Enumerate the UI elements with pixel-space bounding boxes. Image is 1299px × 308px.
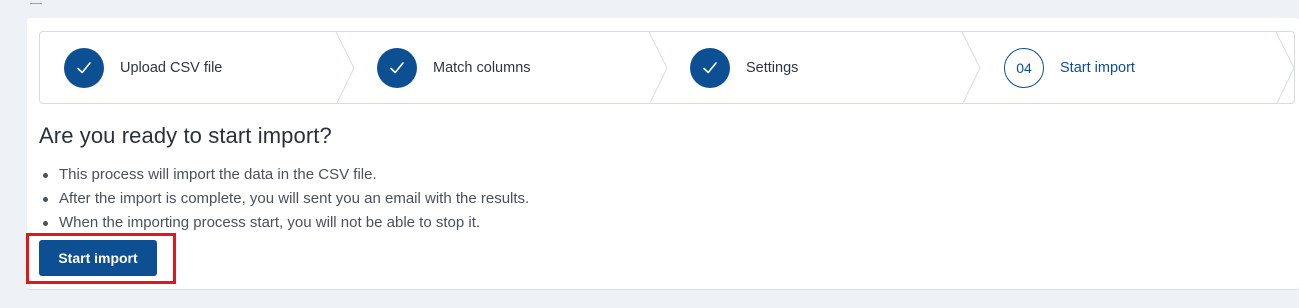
list-item-text: When the importing process start, you wi… bbox=[59, 214, 481, 231]
step-start-import[interactable]: 04 Start import bbox=[1004, 32, 1135, 103]
check-icon bbox=[390, 61, 404, 73]
step-label: Match columns bbox=[433, 59, 531, 76]
info-list: This process will import the data in the… bbox=[43, 163, 529, 235]
list-item-text: After the import is complete, you will s… bbox=[59, 190, 530, 207]
import-stepper: Upload CSV file Match columns Settings 0… bbox=[39, 31, 1295, 104]
step-number: 04 bbox=[1016, 59, 1032, 76]
page-title: Are you ready to start import? bbox=[39, 123, 332, 148]
step-complete-badge bbox=[64, 47, 104, 88]
step-settings[interactable]: Settings bbox=[690, 32, 798, 103]
import-card: Upload CSV file Match columns Settings 0… bbox=[26, 18, 1299, 290]
check-icon bbox=[77, 61, 91, 73]
step-match-columns[interactable]: Match columns bbox=[377, 32, 531, 103]
list-item: After the import is complete, you will s… bbox=[43, 187, 529, 211]
start-import-button[interactable]: Start import bbox=[39, 240, 157, 276]
breadcrumb-fragment bbox=[30, 0, 42, 4]
bullet-icon bbox=[43, 172, 48, 178]
step-label: Settings bbox=[746, 59, 799, 76]
step-complete-badge bbox=[690, 47, 730, 88]
list-item: This process will import the data in the… bbox=[43, 163, 529, 187]
check-icon bbox=[703, 61, 717, 73]
step-label: Start import bbox=[1060, 59, 1135, 76]
step-upload-csv[interactable]: Upload CSV file bbox=[64, 32, 222, 103]
step-label: Upload CSV file bbox=[120, 59, 223, 76]
bullet-icon bbox=[43, 220, 48, 226]
step-complete-badge bbox=[377, 47, 417, 88]
bullet-icon bbox=[43, 196, 48, 202]
list-item: When the importing process start, you wi… bbox=[43, 211, 529, 235]
list-item-text: This process will import the data in the… bbox=[59, 166, 377, 183]
step-number-badge: 04 bbox=[1004, 47, 1044, 88]
